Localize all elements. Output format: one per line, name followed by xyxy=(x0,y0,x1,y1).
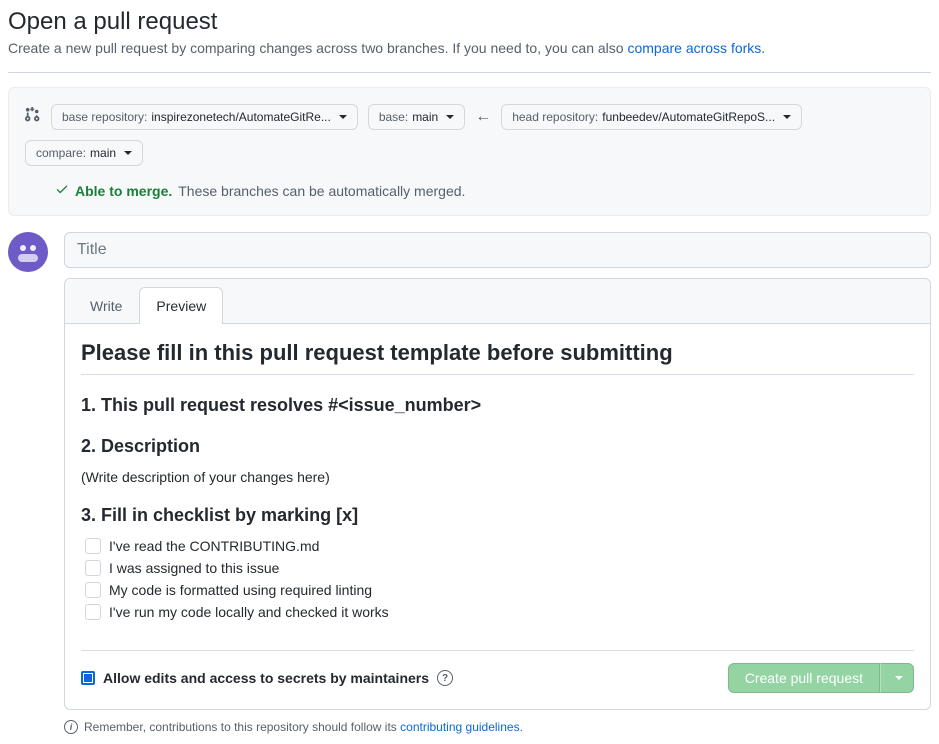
divider xyxy=(8,72,931,73)
compare-branch-label: compare: xyxy=(36,146,86,160)
checklist-item: I've read the CONTRIBUTING.md xyxy=(85,538,914,554)
git-compare-icon xyxy=(25,107,41,128)
tabs: Write Preview xyxy=(65,279,930,324)
info-icon: i xyxy=(64,720,78,734)
head-repo-label: head repository: xyxy=(512,110,598,124)
compare-forks-link[interactable]: compare across forks xyxy=(627,40,761,56)
description-placeholder: (Write description of your changes here) xyxy=(81,469,914,485)
remember-text: Remember, contributions to this reposito… xyxy=(84,720,400,734)
create-pr-dropdown[interactable] xyxy=(880,663,914,693)
compare-branch-value: main xyxy=(90,146,116,160)
checklist-label: I was assigned to this issue xyxy=(109,560,279,576)
comment-box: Write Preview Please fill in this pull r… xyxy=(64,278,931,710)
section-3-heading: 3. Fill in checklist by marking [x] xyxy=(81,505,914,526)
title-input-wrapper xyxy=(64,232,931,268)
base-branch-value: main xyxy=(412,110,438,124)
caret-down-icon xyxy=(783,115,791,119)
page-title: Open a pull request xyxy=(8,8,931,36)
remember-text-end: . xyxy=(520,720,523,734)
tab-write[interactable]: Write xyxy=(73,287,139,324)
create-pr-group: Create pull request xyxy=(728,663,914,693)
remember-note: i Remember, contributions to this reposi… xyxy=(8,720,931,734)
contributing-guidelines-link[interactable]: contributing guidelines xyxy=(400,720,519,734)
checklist-label: I've run my code locally and checked it … xyxy=(109,604,389,620)
checklist-item: I've run my code locally and checked it … xyxy=(85,604,914,620)
checklist-item: My code is formatted using required lint… xyxy=(85,582,914,598)
caret-down-icon xyxy=(895,676,903,680)
subtitle-text: Create a new pull request by comparing c… xyxy=(8,40,627,56)
base-repo-label: base repository: xyxy=(62,110,147,124)
title-input[interactable] xyxy=(77,241,918,259)
checkbox-icon[interactable] xyxy=(85,538,101,554)
caret-down-icon xyxy=(446,115,454,119)
checkbox-icon[interactable] xyxy=(85,560,101,576)
checkbox-icon[interactable] xyxy=(85,582,101,598)
base-repo-selector[interactable]: base repository: inspirezonetech/Automat… xyxy=(51,104,358,130)
create-pr-button[interactable]: Create pull request xyxy=(728,663,880,693)
compare-box: base repository: inspirezonetech/Automat… xyxy=(8,87,931,216)
section-1-heading: 1. This pull request resolves #<issue_nu… xyxy=(81,395,914,416)
template-heading: Please fill in this pull request templat… xyxy=(81,340,914,375)
footer-bar: Allow edits and access to secrets by mai… xyxy=(81,650,914,693)
allow-edits-row: Allow edits and access to secrets by mai… xyxy=(81,670,453,686)
head-repo-value: funbeedev/AutomateGitRepoS... xyxy=(602,110,775,124)
tab-preview[interactable]: Preview xyxy=(139,287,223,324)
caret-down-icon xyxy=(124,151,132,155)
compare-branch-selector[interactable]: compare: main xyxy=(25,140,143,166)
checklist-label: I've read the CONTRIBUTING.md xyxy=(109,538,319,554)
preview-body: Please fill in this pull request templat… xyxy=(65,323,930,709)
merge-able-text: Able to merge. xyxy=(75,183,172,199)
allow-edits-label: Allow edits and access to secrets by mai… xyxy=(103,670,429,686)
base-branch-selector[interactable]: base: main xyxy=(368,104,465,130)
checklist-item: I was assigned to this issue xyxy=(85,560,914,576)
check-icon xyxy=(55,182,69,199)
checkbox-icon[interactable] xyxy=(85,604,101,620)
checklist: I've read the CONTRIBUTING.md I was assi… xyxy=(81,538,914,620)
base-branch-label: base: xyxy=(379,110,408,124)
arrow-left-icon: ← xyxy=(475,108,491,126)
page-subtitle: Create a new pull request by comparing c… xyxy=(8,40,931,56)
allow-edits-checkbox[interactable] xyxy=(81,671,95,685)
section-2-heading: 2. Description xyxy=(81,436,914,457)
subtitle-text-end: . xyxy=(761,40,765,56)
merge-status: Able to merge. These branches can be aut… xyxy=(25,182,914,199)
merge-desc-text: These branches can be automatically merg… xyxy=(178,183,465,199)
caret-down-icon xyxy=(339,115,347,119)
base-repo-value: inspirezonetech/AutomateGitRe... xyxy=(151,110,330,124)
help-icon[interactable]: ? xyxy=(437,670,453,686)
avatar xyxy=(8,232,48,272)
head-repo-selector[interactable]: head repository: funbeedev/AutomateGitRe… xyxy=(501,104,802,130)
checklist-label: My code is formatted using required lint… xyxy=(109,582,372,598)
